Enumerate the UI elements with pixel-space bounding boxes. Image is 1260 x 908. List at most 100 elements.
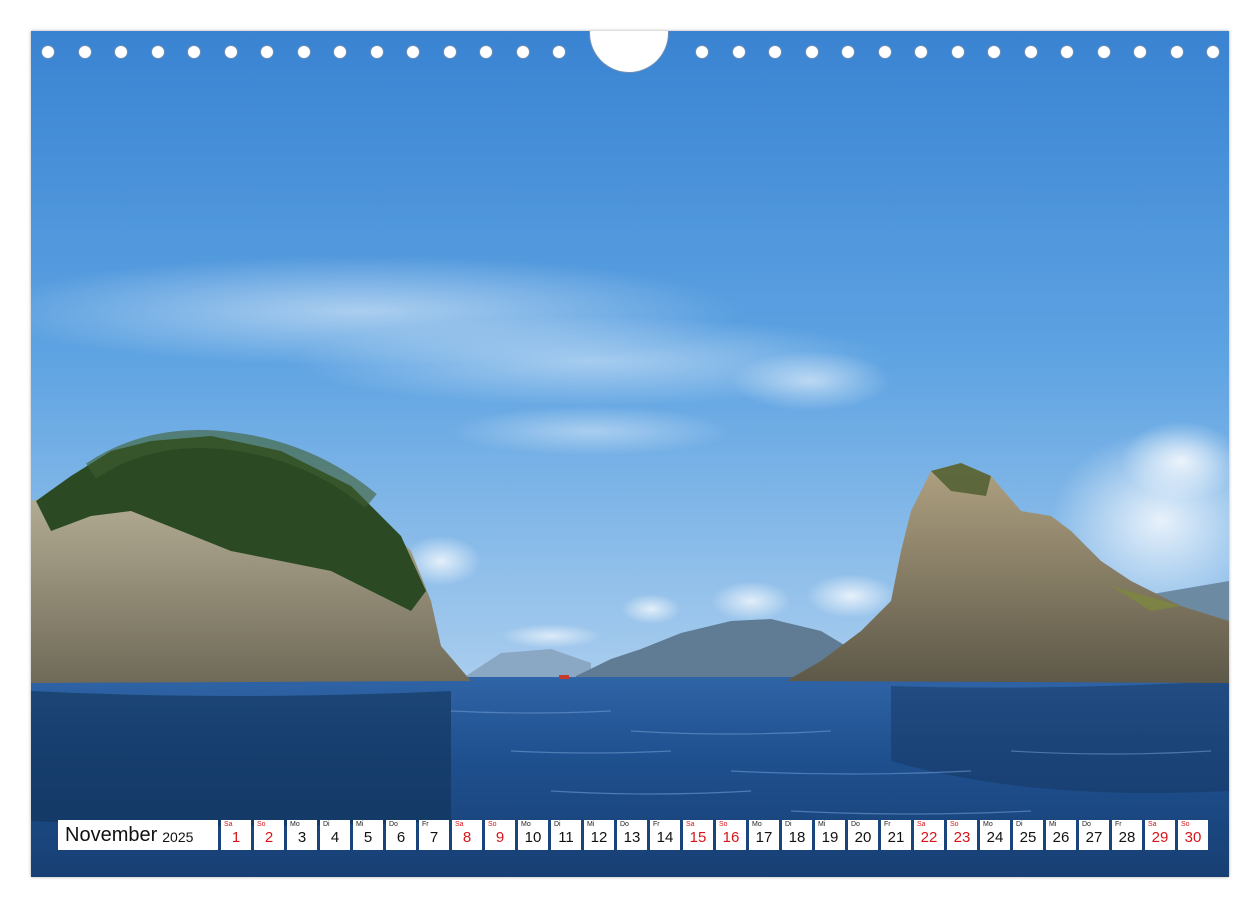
day-number: 9	[495, 829, 505, 846]
day-number: 18	[788, 829, 806, 846]
day-cell: Di 4	[320, 820, 350, 850]
weekday-label: So	[1181, 821, 1190, 828]
day-cell: So 30	[1178, 820, 1208, 850]
month-name: November	[65, 823, 158, 846]
weekday-label: Fr	[1115, 821, 1122, 828]
weekday-label: Mi	[356, 821, 364, 828]
day-cell: Sa 1	[221, 820, 251, 850]
weekday-label: Sa	[224, 821, 233, 828]
day-number: 6	[396, 829, 406, 846]
day-number: 22	[920, 829, 938, 846]
day-number: 4	[330, 829, 340, 846]
day-number: 28	[1118, 829, 1136, 846]
day-number: 30	[1184, 829, 1202, 846]
weekday-label: Mo	[983, 821, 993, 828]
day-number: 13	[623, 829, 641, 846]
day-cell: Mo 24	[980, 820, 1010, 850]
cloud	[451, 406, 731, 456]
weekday-label: Mi	[587, 821, 595, 828]
month-label: November 2025	[58, 820, 218, 850]
day-number: 11	[558, 829, 574, 846]
day-number: 29	[1151, 829, 1169, 846]
day-cell: Fr 21	[881, 820, 911, 850]
calendar-photo	[31, 31, 1229, 877]
day-cell: Sa 15	[683, 820, 713, 850]
day-number: 17	[755, 829, 773, 846]
weekday-label: Sa	[455, 821, 464, 828]
day-cell: So 9	[485, 820, 515, 850]
day-number: 12	[590, 829, 608, 846]
weekday-label: Mo	[290, 821, 300, 828]
day-cell: Fr 7	[419, 820, 449, 850]
day-cell: Mo 3	[287, 820, 317, 850]
day-number: 26	[1052, 829, 1070, 846]
weekday-label: Fr	[422, 821, 429, 828]
weekday-label: Sa	[686, 821, 695, 828]
weekday-label: Mi	[818, 821, 826, 828]
day-number: 1	[231, 829, 241, 846]
day-cell: Di 18	[782, 820, 812, 850]
day-cell: Mi 12	[584, 820, 614, 850]
day-number: 2	[264, 829, 274, 846]
day-number: 16	[722, 829, 740, 846]
weekday-label: So	[257, 821, 266, 828]
weekday-label: Di	[554, 821, 561, 828]
day-number: 27	[1085, 829, 1103, 846]
day-number: 10	[524, 829, 542, 846]
day-cell: Mi 26	[1046, 820, 1076, 850]
day-cell: Do 6	[386, 820, 416, 850]
weekday-label: So	[488, 821, 497, 828]
day-number: 8	[462, 829, 472, 846]
weekday-label: Di	[323, 821, 330, 828]
weekday-label: Sa	[1148, 821, 1157, 828]
weekday-label: Mi	[1049, 821, 1057, 828]
day-cell: So 16	[716, 820, 746, 850]
cloud	[621, 594, 681, 624]
calendar-strip: November 2025 Sa 1 So 2 Mo 3 Di 4 Mi 5 Do 6 Fr 7 Sa 8 So…	[58, 820, 1211, 850]
day-cell: Di 11	[551, 820, 581, 850]
day-cell: Mo 17	[749, 820, 779, 850]
weekday-label: Mo	[521, 821, 531, 828]
weekday-label: So	[719, 821, 728, 828]
weekday-label: Fr	[884, 821, 891, 828]
day-cell: Di 25	[1013, 820, 1043, 850]
day-number: 25	[1019, 829, 1037, 846]
weekday-label: Do	[389, 821, 398, 828]
weekday-label: Di	[1016, 821, 1023, 828]
boat	[559, 675, 569, 679]
day-cell: So 23	[947, 820, 977, 850]
month-year: 2025	[162, 828, 194, 845]
day-cell: Sa 8	[452, 820, 482, 850]
cloud	[731, 351, 891, 411]
day-number: 23	[953, 829, 971, 846]
weekday-label: So	[950, 821, 959, 828]
day-cell: Mi 5	[353, 820, 383, 850]
weekday-label: Di	[785, 821, 792, 828]
day-number: 15	[689, 829, 707, 846]
day-number: 14	[656, 829, 674, 846]
day-number: 3	[297, 829, 307, 846]
weekday-label: Do	[620, 821, 629, 828]
day-cell: So 2	[254, 820, 284, 850]
day-number: 24	[986, 829, 1004, 846]
day-number: 20	[854, 829, 872, 846]
day-cell: Do 20	[848, 820, 878, 850]
day-cell: Mi 19	[815, 820, 845, 850]
day-cells: Sa 1 So 2 Mo 3 Di 4 Mi 5 Do 6 Fr 7 Sa 8 So 9 Mo 10 Di 11 Mi 12 D…	[221, 820, 1211, 850]
weekday-label: Sa	[917, 821, 926, 828]
weekday-label: Fr	[653, 821, 660, 828]
day-cell: Fr 14	[650, 820, 680, 850]
weekday-label: Do	[851, 821, 860, 828]
weekday-label: Mo	[752, 821, 762, 828]
day-number: 21	[887, 829, 905, 846]
day-number: 7	[429, 829, 439, 846]
day-number: 5	[363, 829, 373, 846]
cloud	[501, 624, 601, 648]
day-cell: Sa 29	[1145, 820, 1175, 850]
day-cell: Mo 10	[518, 820, 548, 850]
day-cell: Do 13	[617, 820, 647, 850]
day-cell: Fr 28	[1112, 820, 1142, 850]
day-cell: Do 27	[1079, 820, 1109, 850]
day-number: 19	[821, 829, 839, 846]
cloud	[711, 581, 791, 621]
